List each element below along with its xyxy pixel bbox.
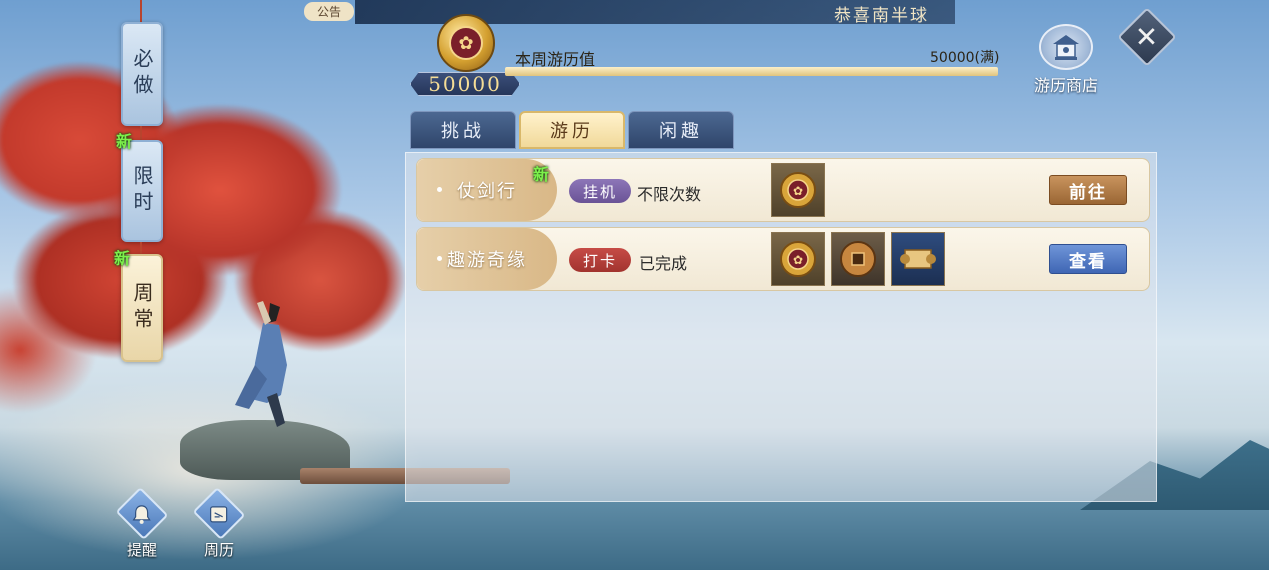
- reward-slot[interactable]: ✿: [771, 163, 825, 217]
- activity-row: 仗剑行 新 挂机 不限次数 ✿ 前往: [416, 158, 1150, 222]
- travel-points-medal-icon: ✿: [437, 14, 495, 72]
- side-tab-cord: [140, 126, 142, 140]
- side-tab-label: 限时: [130, 165, 154, 217]
- reward-slot[interactable]: [891, 232, 945, 286]
- weekly-points-progress-fill: [505, 67, 998, 76]
- gold-coin-icon: ✿: [780, 241, 816, 277]
- svg-text:✿: ✿: [793, 184, 803, 198]
- activity-name-plate: 趣游奇缘: [417, 228, 557, 290]
- activity-row: 趣游奇缘 打卡 已完成 ✿ 查看: [416, 227, 1150, 291]
- view-button[interactable]: 查看: [1049, 244, 1127, 274]
- side-tab-weekly[interactable]: 周常: [121, 254, 163, 362]
- close-icon: ✕: [1135, 20, 1159, 54]
- activity-name: 仗剑行: [457, 181, 517, 202]
- copper-coin-icon: [840, 241, 876, 277]
- reminder-button[interactable]: 提醒: [114, 486, 170, 560]
- reward-slot[interactable]: [831, 232, 885, 286]
- new-badge: 新: [533, 165, 550, 184]
- activity-type-tag: 打卡: [569, 248, 632, 272]
- side-tab-label: 周常: [130, 282, 154, 334]
- svg-text:✿: ✿: [793, 253, 803, 267]
- gold-coin-icon: ✿: [780, 172, 816, 208]
- tab-travel[interactable]: 游历: [519, 111, 625, 149]
- calendar-icon: [210, 505, 228, 523]
- bell-icon: [132, 504, 152, 524]
- new-badge: 新: [116, 132, 133, 151]
- reminder-label: 提醒: [126, 541, 157, 559]
- side-tab-cord: [140, 0, 142, 22]
- activity-status: 已完成: [639, 254, 688, 273]
- calendar-button[interactable]: 周历: [191, 486, 247, 560]
- announcement-marquee: 恭喜南半球: [834, 6, 929, 26]
- travel-shop-label: 游历商店: [1033, 76, 1098, 95]
- tab-challenge[interactable]: 挑战: [410, 111, 516, 149]
- announcement-tag[interactable]: 公告: [304, 2, 354, 21]
- activity-status: 不限次数: [637, 185, 702, 204]
- activity-name: 趣游奇缘: [447, 250, 527, 271]
- close-button[interactable]: ✕: [1117, 7, 1177, 67]
- shop-icon: [1053, 35, 1079, 60]
- go-button[interactable]: 前往: [1049, 175, 1127, 205]
- calendar-label: 周历: [203, 541, 234, 559]
- activity-type-tag: 挂机: [569, 179, 632, 203]
- travel-shop-button[interactable]: 游历商店: [1026, 24, 1106, 96]
- reward-slot[interactable]: ✿: [771, 232, 825, 286]
- weekly-points-progress-bar: [505, 67, 998, 76]
- side-tab-limited[interactable]: 限时: [121, 140, 163, 242]
- scroll-icon: [900, 249, 936, 269]
- side-tab-must-do[interactable]: 必做: [121, 22, 163, 126]
- weekly-points-cap: 50000(满): [930, 50, 1000, 66]
- side-tab-label: 必做: [130, 48, 154, 100]
- tab-leisure[interactable]: 闲趣: [628, 111, 734, 149]
- new-badge: 新: [114, 249, 131, 268]
- swordsman-character: [235, 301, 287, 427]
- side-tab-cord: [140, 242, 142, 254]
- travel-points-total: 50000: [410, 72, 520, 96]
